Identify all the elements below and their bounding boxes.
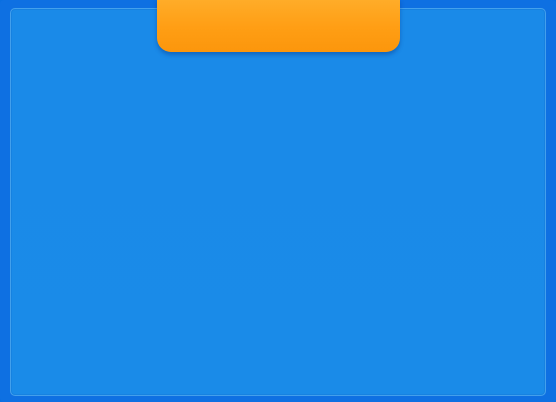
header-tab (157, 0, 400, 52)
game-frame (0, 0, 556, 402)
game-board-panel (10, 8, 546, 396)
